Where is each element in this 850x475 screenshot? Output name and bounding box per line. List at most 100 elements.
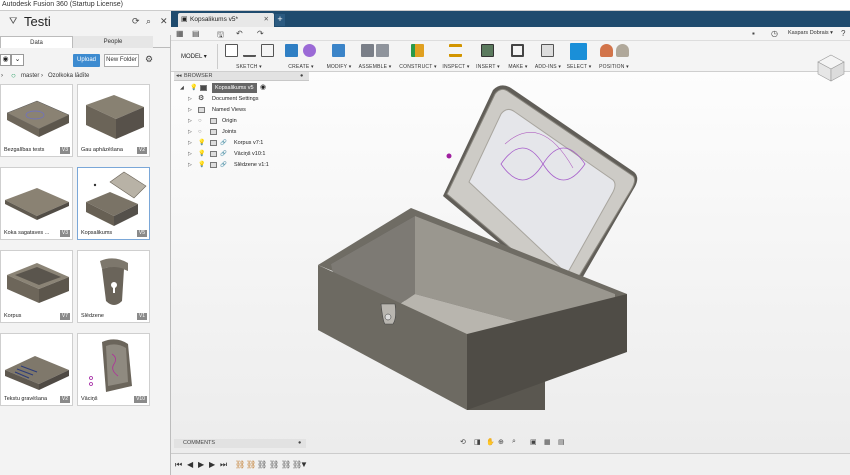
upload-button[interactable]: Upload bbox=[73, 54, 100, 67]
comments-panel-header[interactable]: COMMENTS ● bbox=[174, 439, 306, 448]
data-item[interactable]: Kopsalikums V5 bbox=[77, 167, 150, 240]
collapse-icon[interactable]: ◂◂ bbox=[176, 73, 182, 79]
file-menu-icon[interactable]: ▤ bbox=[192, 29, 200, 38]
data-item[interactable]: Gau aphāzēšana V2 bbox=[77, 84, 150, 157]
data-item[interactable]: Vāciņš V10 bbox=[77, 333, 150, 406]
step-back-icon[interactable]: ◀ bbox=[187, 460, 193, 469]
scripts-icon[interactable] bbox=[541, 44, 554, 57]
timeline-feature-icon[interactable]: ⛓ bbox=[235, 460, 245, 469]
expand-arrow-icon[interactable]: ▷ bbox=[188, 116, 192, 126]
user-menu[interactable]: Kaspars Dobrais ▾ bbox=[788, 30, 833, 36]
view-toggle-icon[interactable]: ◉ bbox=[0, 54, 11, 66]
view-cube[interactable] bbox=[816, 53, 846, 83]
view-dropdown[interactable]: ⌄ bbox=[11, 54, 24, 66]
refresh-icon[interactable]: ⟳ bbox=[132, 16, 140, 27]
close-tab-icon[interactable]: ✕ bbox=[264, 13, 269, 27]
data-item[interactable]: Bezgalības tests V3 bbox=[0, 84, 73, 157]
browser-header[interactable]: ◂◂ BROWSER ● bbox=[174, 72, 309, 81]
visibility-bulb-icon[interactable]: 💡 bbox=[198, 160, 205, 170]
expand-arrow-icon[interactable]: ▷ bbox=[188, 105, 192, 115]
pin-icon[interactable]: ● bbox=[298, 440, 301, 446]
close-icon[interactable]: ✕ bbox=[160, 16, 168, 27]
tab-document[interactable]: ▣ Kopsalikums v5* ✕ bbox=[178, 13, 274, 27]
capture-position-icon[interactable] bbox=[600, 44, 613, 57]
expand-arrow-icon[interactable]: ▷ bbox=[188, 149, 192, 159]
view-cube-icon[interactable] bbox=[816, 53, 846, 83]
rectangle-icon[interactable] bbox=[261, 44, 274, 57]
expand-arrow-icon[interactable]: ▷ bbox=[188, 138, 192, 148]
step-forward-icon[interactable]: ▶ bbox=[209, 460, 215, 469]
go-to-start-icon[interactable]: ⏮ bbox=[175, 460, 182, 470]
visibility-bulb-icon[interactable]: 💡 bbox=[198, 149, 205, 159]
extensions-icon[interactable]: ▪ bbox=[752, 29, 755, 38]
orbit-constrained-icon[interactable]: ⟲ bbox=[460, 438, 466, 446]
viewports-icon[interactable]: ▤ bbox=[558, 438, 565, 446]
breadcrumb-branch[interactable]: master bbox=[21, 73, 39, 79]
search-icon[interactable]: ⌕ bbox=[146, 16, 151, 27]
modify-group[interactable]: MODIFY ▾ bbox=[325, 41, 353, 72]
insert-image-icon[interactable] bbox=[481, 44, 494, 57]
create-group[interactable]: CREATE ▾ bbox=[279, 41, 323, 72]
data-item[interactable]: Tekstu gravēšana V2 bbox=[0, 333, 73, 406]
data-item[interactable]: Korpus V7 bbox=[0, 250, 73, 323]
gear-icon[interactable]: ⚙ bbox=[145, 54, 153, 65]
addins-group[interactable]: ADD-INS ▾ bbox=[533, 41, 563, 72]
play-icon[interactable]: ▶ bbox=[198, 460, 204, 469]
activate-radio-icon[interactable]: ◉ bbox=[260, 83, 266, 93]
new-tab-button[interactable]: + bbox=[275, 14, 285, 26]
extrude-icon[interactable] bbox=[285, 44, 298, 57]
timeline-feature-icon[interactable]: ⛓ bbox=[246, 460, 256, 469]
job-status-icon[interactable]: ◷ bbox=[771, 29, 778, 38]
visibility-bulb-icon[interactable]: ○ bbox=[198, 127, 202, 137]
project-title[interactable]: Testi bbox=[24, 14, 51, 29]
visibility-bulb-icon[interactable]: 💡 bbox=[198, 138, 205, 148]
sketch-icon[interactable] bbox=[225, 44, 238, 57]
tab-data[interactable]: Data bbox=[0, 36, 73, 48]
offset-plane-icon[interactable] bbox=[411, 44, 424, 57]
undo-icon[interactable]: ↶ bbox=[236, 29, 243, 38]
workspace-switcher[interactable]: MODEL ▾ bbox=[181, 53, 207, 60]
form-icon[interactable] bbox=[303, 44, 316, 57]
expand-arrow-icon[interactable]: ▷ bbox=[188, 160, 192, 170]
pan-hand-icon[interactable]: ✋ bbox=[486, 438, 495, 446]
data-item[interactable]: Slēdzene V1 bbox=[77, 250, 150, 323]
redo-icon[interactable]: ↷ bbox=[257, 29, 264, 38]
tab-people[interactable]: People bbox=[73, 36, 153, 48]
line-icon[interactable] bbox=[243, 44, 256, 57]
select-group[interactable]: SELECT ▾ bbox=[566, 41, 592, 72]
expand-arrow-icon[interactable]: ▷ bbox=[188, 94, 192, 104]
grid-menu-icon[interactable]: ▦ bbox=[176, 29, 184, 38]
expand-arrow-icon[interactable]: ▷ bbox=[188, 127, 192, 137]
measure-icon[interactable] bbox=[449, 44, 462, 57]
fit-icon[interactable]: ⌕ bbox=[512, 438, 516, 446]
display-settings-icon[interactable]: ▣ bbox=[530, 438, 537, 446]
select-cursor-icon[interactable] bbox=[570, 43, 587, 60]
inspect-group[interactable]: INSPECT ▾ bbox=[441, 41, 471, 72]
new-component-icon[interactable] bbox=[361, 44, 374, 57]
make-group[interactable]: MAKE ▾ bbox=[504, 41, 532, 72]
breadcrumb-folder[interactable]: Ozolkoka lādīte bbox=[48, 73, 89, 79]
3d-print-icon[interactable] bbox=[511, 44, 524, 57]
construct-group[interactable]: CONSTRUCT ▾ bbox=[397, 41, 439, 72]
collapse-arrow-icon[interactable]: ◢ bbox=[180, 83, 184, 93]
look-at-icon[interactable]: ◨ bbox=[474, 438, 481, 446]
timeline-feature-icon[interactable]: ⛓ bbox=[281, 460, 291, 469]
grid-settings-icon[interactable]: ▦ bbox=[544, 438, 551, 446]
timeline-feature-icon[interactable]: ⛓ bbox=[269, 460, 279, 469]
assemble-group[interactable]: ASSEMBLE ▾ bbox=[355, 41, 395, 72]
revert-position-icon[interactable] bbox=[616, 44, 629, 57]
zoom-icon[interactable]: ⊕ bbox=[498, 438, 504, 446]
visibility-bulb-icon[interactable]: ○ bbox=[198, 116, 202, 126]
new-folder-button[interactable]: New Folder bbox=[104, 54, 139, 67]
position-group[interactable]: POSITION ▾ bbox=[596, 41, 632, 72]
data-item[interactable]: Koka sagataves ... V3 bbox=[0, 167, 73, 240]
pin-icon[interactable]: ● bbox=[300, 73, 303, 79]
insert-group[interactable]: INSERT ▾ bbox=[474, 41, 502, 72]
hub-icon[interactable]: ⛛ bbox=[9, 16, 17, 27]
joint-icon[interactable] bbox=[376, 44, 389, 57]
press-pull-icon[interactable] bbox=[332, 44, 345, 57]
timeline-feature-icon[interactable]: ⛓ bbox=[257, 460, 267, 469]
sketch-group[interactable]: SKETCH ▾ bbox=[221, 41, 277, 72]
timeline-marker-icon[interactable]: ▼ bbox=[300, 460, 308, 469]
help-icon[interactable]: ? bbox=[841, 29, 845, 38]
